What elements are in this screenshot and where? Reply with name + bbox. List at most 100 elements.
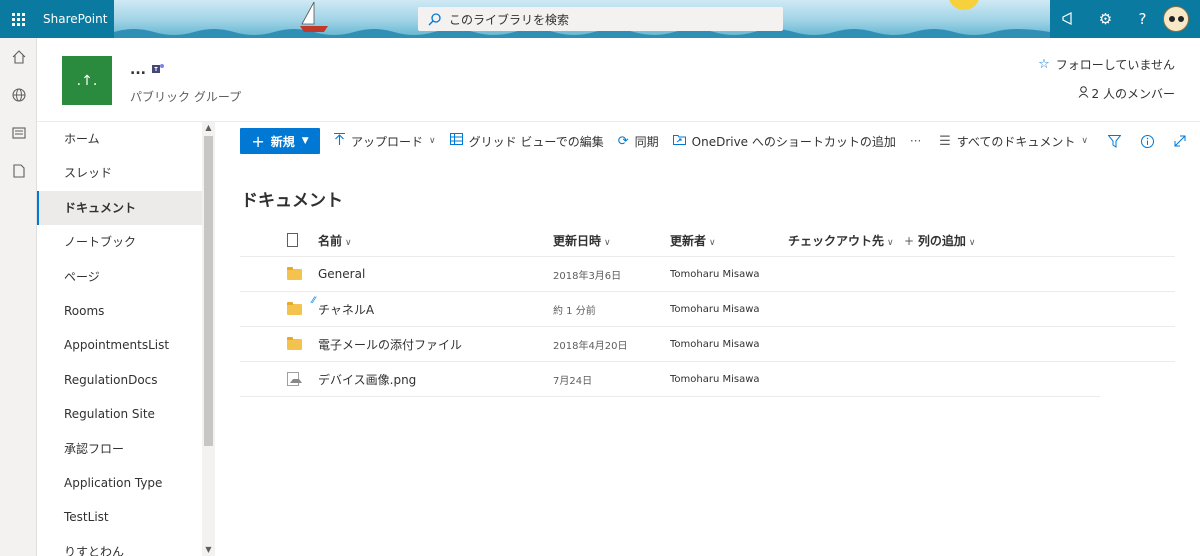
- row-modified: 2018年3月6日: [553, 270, 622, 282]
- row-name[interactable]: デバイス画像.png: [318, 371, 553, 388]
- gear-icon[interactable]: ⚙: [1087, 0, 1124, 38]
- column-header-modified[interactable]: 更新日時 ∨: [553, 232, 670, 249]
- folder-icon: [287, 266, 302, 280]
- nav-item-approval-flow[interactable]: 承認フロー: [37, 432, 214, 466]
- search-icon: [428, 12, 441, 25]
- nav-item-regulation-site[interactable]: Regulation Site: [37, 397, 214, 431]
- site-header: .↑. ... パブリック グループ ☆ フォローしていません 2 人のメンバー: [37, 38, 1200, 122]
- nav-item-regulationdocs[interactable]: RegulationDocs: [37, 363, 214, 397]
- row-name[interactable]: チャネルA: [318, 301, 553, 318]
- avatar[interactable]: [1163, 6, 1189, 32]
- row-modified-by[interactable]: Tomoharu Misawa: [670, 304, 788, 315]
- chevron-down-icon: ∨: [968, 237, 976, 248]
- megaphone-icon[interactable]: [1050, 0, 1087, 38]
- row-modified-by[interactable]: Tomoharu Misawa: [670, 374, 788, 385]
- nav-item-pages[interactable]: ページ: [37, 260, 214, 294]
- chevron-down-icon: ▼: [301, 136, 309, 146]
- sync-label: 同期: [634, 134, 659, 149]
- site-subtitle: パブリック グループ: [130, 90, 242, 104]
- follow-label: フォローしていません: [1055, 58, 1175, 72]
- new-button[interactable]: + 新規 ▼: [240, 128, 320, 154]
- sync-button[interactable]: ⟳ 同期: [618, 133, 659, 150]
- nav-item-notebook[interactable]: ノートブック: [37, 225, 214, 259]
- onedrive-shortcut-button[interactable]: OneDrive へのショートカットの追加: [672, 133, 896, 150]
- list-header: 名前 ∨ 更新日時 ∨ 更新者 ∨ チェックアウト先 ∨ + 列の追加 ∨: [240, 224, 1175, 257]
- members-button[interactable]: 2 人のメンバー: [1078, 85, 1175, 102]
- nav-item-threads[interactable]: スレッド: [37, 156, 214, 190]
- chevron-down-icon: ∨: [345, 237, 352, 248]
- file-type-icon[interactable]: [287, 233, 298, 247]
- upload-icon: [334, 132, 345, 150]
- home-icon[interactable]: [0, 38, 37, 76]
- sailboat-icon: [300, 1, 328, 32]
- search-box[interactable]: このライブラリを検索: [418, 7, 783, 31]
- row-modified-by[interactable]: Tomoharu Misawa: [670, 339, 788, 350]
- row-modified: 7月24日: [553, 375, 593, 387]
- shortcut-icon: [672, 133, 686, 149]
- members-label: 2 人のメンバー: [1091, 87, 1175, 101]
- new-label: 新規: [270, 134, 295, 149]
- waffle-icon: [11, 12, 25, 26]
- nav-item-application-type[interactable]: Application Type: [37, 466, 214, 500]
- nav-item-home[interactable]: ホーム: [37, 122, 214, 156]
- expand-icon: [1174, 135, 1186, 147]
- suite-bar: SharePoint このライブラリを検索 ⚙ ?: [0, 0, 1200, 38]
- nav-item-testlist[interactable]: TestList: [37, 500, 214, 534]
- nav-item-listone[interactable]: りすとわん: [37, 535, 214, 556]
- person-icon: [1078, 86, 1089, 101]
- view-label: すべてのドキュメント: [956, 134, 1076, 149]
- follow-button[interactable]: ☆ フォローしていません: [1038, 56, 1175, 73]
- grid-edit-button[interactable]: グリッド ビューでの編集: [449, 133, 604, 150]
- globe-icon[interactable]: [0, 76, 37, 114]
- brand-link[interactable]: SharePoint: [36, 0, 114, 38]
- table-row[interactable]: ⁄⁄ チャネルA 約 1 分前 Tomoharu Misawa: [240, 292, 1175, 327]
- filter-icon: [1108, 134, 1121, 148]
- row-modified: 約 1 分前: [553, 305, 596, 317]
- scroll-down-icon[interactable]: ▼: [202, 544, 215, 556]
- star-icon: ☆: [1038, 57, 1050, 72]
- site-logo[interactable]: .↑.: [62, 56, 112, 105]
- more-button[interactable]: ···: [910, 134, 921, 148]
- help-icon[interactable]: ?: [1124, 0, 1161, 38]
- chevron-down-icon: ∨: [887, 237, 894, 248]
- suite-actions: ⚙ ?: [1050, 0, 1200, 38]
- site-title-text: ...: [130, 62, 146, 78]
- row-name[interactable]: 電子メールの添付ファイル: [318, 336, 553, 353]
- scroll-thumb[interactable]: [204, 136, 213, 446]
- column-header-checked-out[interactable]: チェックアウト先 ∨: [788, 232, 904, 249]
- add-column-button[interactable]: + 列の追加 ∨: [904, 232, 1004, 249]
- column-header-modified-by[interactable]: 更新者 ∨: [670, 232, 788, 249]
- new-item-icon: ⁄⁄: [312, 296, 316, 306]
- fullscreen-button[interactable]: [1174, 135, 1186, 147]
- nav-item-documents[interactable]: ドキュメント: [37, 190, 214, 226]
- filter-button[interactable]: [1108, 134, 1121, 148]
- news-icon[interactable]: [0, 114, 37, 152]
- nav-item-appointmentslist[interactable]: AppointmentsList: [37, 328, 214, 362]
- app-launcher-button[interactable]: [0, 0, 36, 38]
- info-button[interactable]: [1141, 134, 1154, 148]
- chevron-down-icon: ∨: [429, 136, 436, 146]
- left-navigation: ホーム スレッド ドキュメント ノートブック ページ Rooms Appoint…: [37, 122, 215, 556]
- image-file-icon: [287, 372, 302, 386]
- chevron-down-icon: ∨: [1081, 136, 1088, 146]
- view-selector[interactable]: ☰ すべてのドキュメント ∨: [939, 133, 1088, 150]
- page-title: ドキュメント: [241, 191, 343, 211]
- row-name[interactable]: General: [318, 267, 553, 281]
- plus-icon: +: [251, 131, 265, 151]
- upload-button[interactable]: アップロード ∨: [334, 132, 436, 150]
- site-title[interactable]: ...: [130, 62, 164, 78]
- table-row[interactable]: デバイス画像.png 7月24日 Tomoharu Misawa: [240, 362, 1100, 397]
- app-bar: [0, 38, 37, 556]
- info-icon: [1141, 134, 1154, 148]
- folder-icon: [287, 301, 302, 315]
- row-modified-by[interactable]: Tomoharu Misawa: [670, 269, 788, 280]
- nav-scrollbar[interactable]: ▲ ▼: [202, 122, 215, 556]
- table-row[interactable]: General 2018年3月6日 Tomoharu Misawa: [240, 257, 1175, 292]
- table-row[interactable]: 電子メールの添付ファイル 2018年4月20日 Tomoharu Misawa: [240, 327, 1175, 362]
- teams-icon: [151, 63, 164, 77]
- nav-item-rooms[interactable]: Rooms: [37, 294, 214, 328]
- scroll-up-icon[interactable]: ▲: [202, 122, 215, 134]
- column-header-name[interactable]: 名前 ∨: [318, 232, 553, 249]
- command-bar-right: ☰ すべてのドキュメント ∨: [939, 122, 1200, 160]
- document-icon[interactable]: [0, 152, 37, 190]
